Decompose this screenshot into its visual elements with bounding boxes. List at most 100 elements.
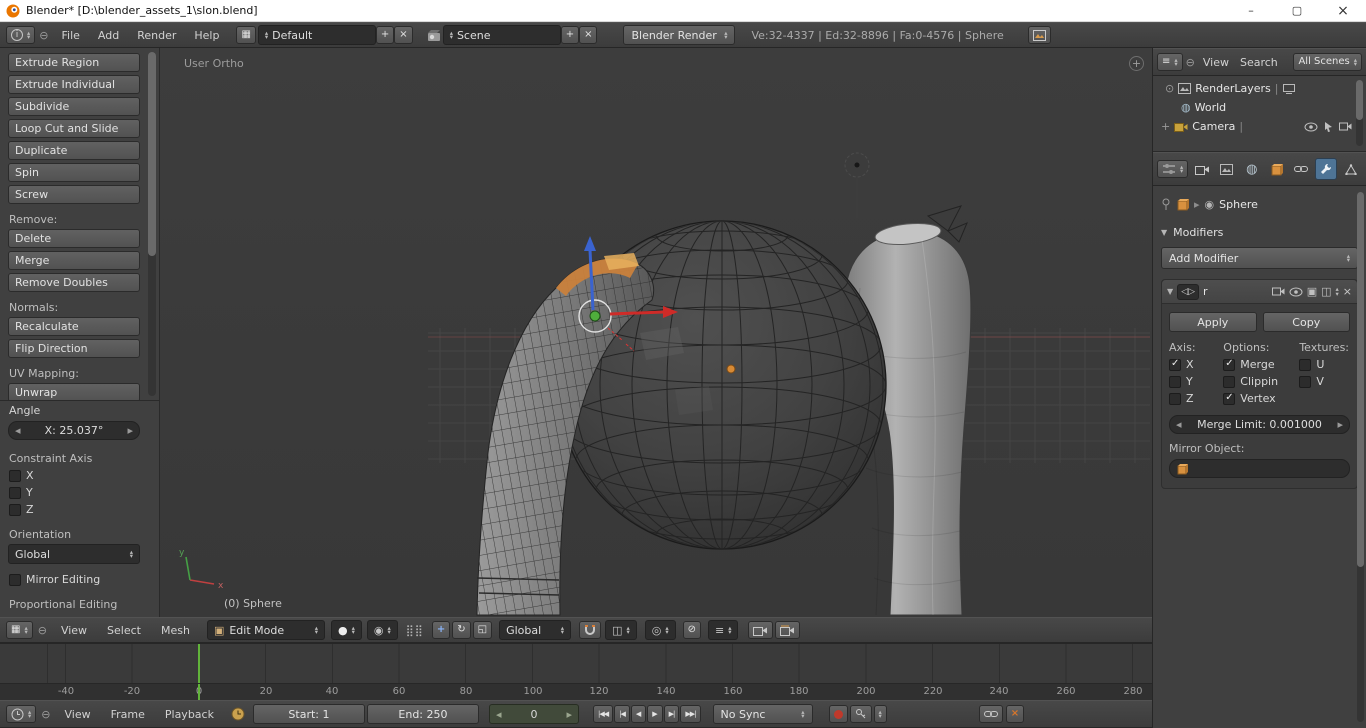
add-scene-button[interactable]: + (561, 26, 579, 44)
menu-view[interactable]: View (55, 708, 99, 721)
tool-button[interactable]: Delete (8, 229, 140, 248)
editor-type-button[interactable]: ▴▾ (1157, 160, 1188, 178)
play-reverse-button[interactable]: ◀ (631, 705, 646, 723)
menu-add[interactable]: Add (89, 29, 128, 42)
frame-end-field[interactable]: End: 250 (367, 704, 479, 724)
delete-layout-button[interactable]: × (394, 26, 412, 44)
minimize-button[interactable]: – (1228, 0, 1274, 22)
viewport-3d[interactable]: x y User Ortho (0) Sphere + (160, 48, 1152, 617)
slider-left-arrow-icon[interactable]: ◂ (1176, 418, 1182, 431)
collapse-menus-icon[interactable]: ⊖ (41, 708, 50, 721)
editor-type-button[interactable]: ≡▴▾ (1157, 53, 1183, 71)
menu-file[interactable]: File (52, 29, 88, 42)
tab-render[interactable] (1191, 158, 1213, 180)
keying-set-dropdown[interactable]: ▴▾ (874, 705, 887, 723)
manipulator-center[interactable] (590, 311, 600, 321)
collapse-menus-icon[interactable]: ⊖ (38, 624, 47, 637)
occlude-geometry-button[interactable]: ⊘ (683, 621, 701, 639)
next-keyframe-button[interactable]: ▶| (664, 705, 680, 723)
mirror-z-checkbox[interactable] (1169, 393, 1181, 405)
modifier-name[interactable]: r (1203, 285, 1208, 298)
modifier-header[interactable]: ▼ ◁▷ r ▣ ◫ ▴▾ × (1162, 280, 1357, 304)
pivot-dropdown[interactable]: ◉▴▾ (367, 620, 398, 640)
editor-type-button[interactable]: i▴▾ (6, 26, 35, 44)
snap-toggle-button[interactable] (579, 621, 601, 639)
proportional-edit-dropdown[interactable]: ◎▴▾ (645, 620, 676, 640)
tab-constraints[interactable] (1291, 158, 1313, 180)
menu-search[interactable]: Search (1235, 56, 1283, 69)
jump-to-start-button[interactable]: |◀◀ (593, 705, 613, 723)
menu-view[interactable]: View (1198, 56, 1234, 69)
keying-set-button[interactable] (850, 705, 872, 723)
constraint-y-checkbox[interactable] (9, 487, 21, 499)
menu-view[interactable]: View (52, 624, 96, 637)
timeline-track[interactable] (0, 643, 1152, 683)
tab-render-layers[interactable] (1216, 158, 1238, 180)
constraint-z-checkbox[interactable] (9, 504, 21, 516)
tool-button[interactable]: Subdivide (8, 97, 140, 116)
mirror-x-checkbox[interactable] (1169, 359, 1181, 371)
region-plus-icon[interactable]: + (1129, 56, 1144, 71)
clipping-checkbox[interactable] (1223, 376, 1235, 388)
playhead[interactable] (198, 644, 200, 684)
snap-element-dropdown[interactable]: ◫▴▾ (605, 620, 637, 640)
tool-button[interactable]: Unwrap (8, 383, 140, 400)
mirror-object-field[interactable] (1169, 459, 1350, 478)
transform-orientation-dropdown[interactable]: Global▴▾ (499, 620, 571, 640)
jump-to-end-button[interactable]: ▶▶| (680, 705, 700, 723)
object-cube-icon[interactable] (1176, 198, 1189, 211)
texture-u-checkbox[interactable] (1299, 359, 1311, 371)
expander-icon[interactable]: ⊙ (1165, 82, 1174, 95)
eye-icon[interactable] (1304, 122, 1318, 132)
auto-keyframe-button[interactable] (829, 705, 848, 723)
expand-plus-icon[interactable]: + (1161, 120, 1170, 133)
pin-icon[interactable] (1161, 198, 1171, 210)
screen-layout-icon-button[interactable]: ▦ (236, 26, 255, 44)
tab-object-data[interactable] (1340, 158, 1362, 180)
tab-world[interactable]: ◍ (1241, 158, 1263, 180)
tab-modifiers[interactable] (1315, 158, 1337, 180)
panel-expand-icon[interactable]: ▼ (1161, 228, 1167, 237)
properties-scrollbar[interactable] (1357, 192, 1364, 722)
insert-keyframe-button[interactable] (979, 705, 1003, 723)
angle-slider[interactable]: ◂ X: 25.037° ▸ (8, 421, 140, 440)
empty-object[interactable] (845, 153, 869, 218)
menu-select[interactable]: Select (98, 624, 150, 637)
opengl-render-button[interactable] (748, 621, 773, 639)
window-capture-button[interactable] (1028, 26, 1051, 44)
play-button[interactable]: ▶ (647, 705, 662, 723)
mode-dropdown[interactable]: ▣Edit Mode ▴▾ (207, 620, 325, 640)
tool-button[interactable]: Extrude Region (8, 53, 140, 72)
scenes-filter-dropdown[interactable]: All Scenes▴▾ (1293, 53, 1362, 71)
outliner-row-camera[interactable]: + Camera | (1153, 117, 1366, 136)
tool-button[interactable]: Screw (8, 185, 140, 204)
modifier-expand-icon[interactable]: ▼ (1167, 287, 1173, 296)
modifiers-panel-title[interactable]: ▼ Modifiers (1161, 226, 1358, 239)
current-frame-field[interactable]: ◂ 0 ▸ (489, 704, 579, 724)
add-layout-button[interactable]: + (376, 26, 394, 44)
tool-button[interactable]: Duplicate (8, 141, 140, 160)
tool-shelf-scrollbar[interactable] (148, 52, 156, 396)
outliner-item-label[interactable]: RenderLayers (1195, 82, 1271, 95)
collapse-menus-icon[interactable]: ⊖ (1186, 56, 1195, 69)
tool-button[interactable]: Extrude Individual (8, 75, 140, 94)
add-modifier-dropdown[interactable]: Add Modifier▴▾ (1161, 247, 1358, 269)
menu-playback[interactable]: Playback (156, 708, 223, 721)
render-toggle-icon[interactable] (1272, 287, 1285, 296)
delete-scene-button[interactable]: × (579, 26, 597, 44)
mirror-y-checkbox[interactable] (1169, 376, 1181, 388)
slider-right-arrow-icon[interactable]: ▸ (127, 424, 133, 437)
slider-right-arrow-icon[interactable]: ▸ (1337, 418, 1343, 431)
constraint-x-checkbox[interactable] (9, 470, 21, 482)
frame-right-arrow-icon[interactable]: ▸ (566, 708, 572, 721)
x-axis-handle[interactable] (610, 312, 664, 314)
time-indicator-icon[interactable] (231, 707, 245, 721)
shading-dropdown[interactable]: ●▴▾ (331, 620, 362, 640)
menu-help[interactable]: Help (185, 29, 228, 42)
orientation-dropdown[interactable]: Global▴▾ (8, 544, 140, 564)
tool-button[interactable]: Loop Cut and Slide (8, 119, 140, 138)
tool-button[interactable]: Flip Direction (8, 339, 140, 358)
sync-dropdown[interactable]: No Sync▴▾ (713, 704, 813, 724)
editor-type-button[interactable]: ▦▴▾ (6, 621, 33, 639)
delete-keyframe-button[interactable]: × (1006, 705, 1024, 723)
